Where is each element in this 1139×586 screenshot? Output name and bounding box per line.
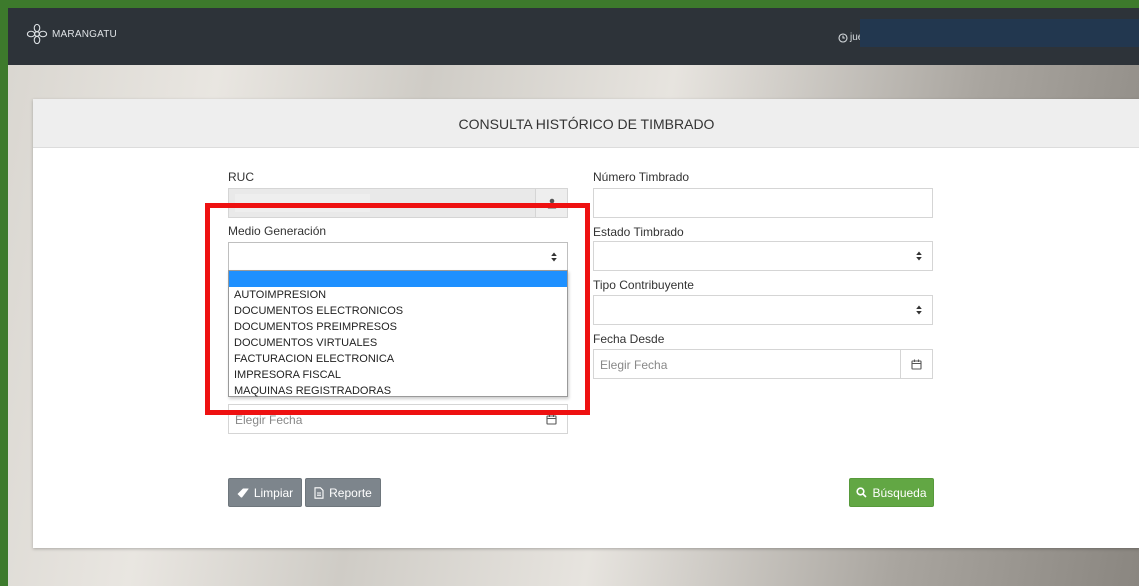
estado-timbrado-label: Estado Timbrado (593, 225, 684, 239)
estado-timbrado-select[interactable] (593, 241, 933, 271)
app-window: MARANGATU jue. CONSULTA HISTÓRICO DE TIM… (8, 8, 1139, 586)
brand-name: MARANGATU (52, 28, 117, 40)
busqueda-button[interactable]: Búsqueda (849, 478, 934, 507)
flower-logo-icon (26, 23, 48, 45)
eraser-icon (237, 488, 249, 497)
fecha-desde-input[interactable]: Elegir Fecha (593, 349, 933, 379)
calendar-icon (546, 414, 557, 425)
panel-header: CONSULTA HISTÓRICO DE TIMBRADO (33, 99, 1139, 148)
brand-logo[interactable]: MARANGATU (26, 23, 117, 45)
document-icon (314, 486, 324, 499)
top-navbar: MARANGATU jue. (8, 8, 1139, 65)
user-menu-bar[interactable] (860, 19, 1139, 47)
reporte-button[interactable]: Reporte (305, 478, 381, 507)
fecha-desde-addon[interactable] (900, 350, 932, 378)
limpiar-button[interactable]: Limpiar (228, 478, 302, 507)
tipo-contribuyente-select[interactable] (593, 295, 933, 325)
fecha-desde-placeholder: Elegir Fecha (600, 358, 668, 372)
fecha-desde-label: Fecha Desde (593, 332, 665, 346)
numero-timbrado-input[interactable] (593, 188, 933, 218)
numero-timbrado-label: Número Timbrado (593, 170, 690, 184)
reporte-label: Reporte (329, 485, 372, 500)
select-arrows-icon (916, 305, 922, 315)
ruc-label: RUC (228, 170, 254, 184)
busqueda-label: Búsqueda (872, 485, 927, 500)
tipo-contribuyente-label: Tipo Contribuyente (593, 278, 694, 292)
search-icon (856, 487, 868, 498)
fecha-hasta-placeholder: Elegir Fecha (235, 413, 303, 427)
clock-icon (838, 32, 848, 43)
limpiar-label: Limpiar (253, 485, 294, 500)
select-arrows-icon (916, 251, 922, 261)
highlight-box (205, 203, 590, 415)
calendar-icon (911, 359, 922, 370)
page-title: CONSULTA HISTÓRICO DE TIMBRADO (458, 116, 715, 132)
